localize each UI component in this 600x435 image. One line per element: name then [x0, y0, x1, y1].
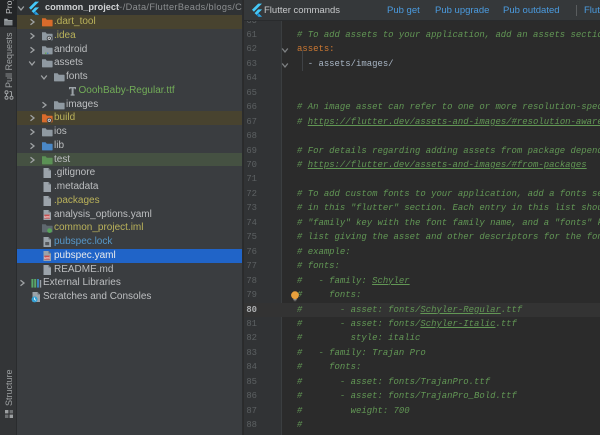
- svg-text:uml: uml: [44, 214, 50, 218]
- svg-text:uml: uml: [44, 256, 50, 260]
